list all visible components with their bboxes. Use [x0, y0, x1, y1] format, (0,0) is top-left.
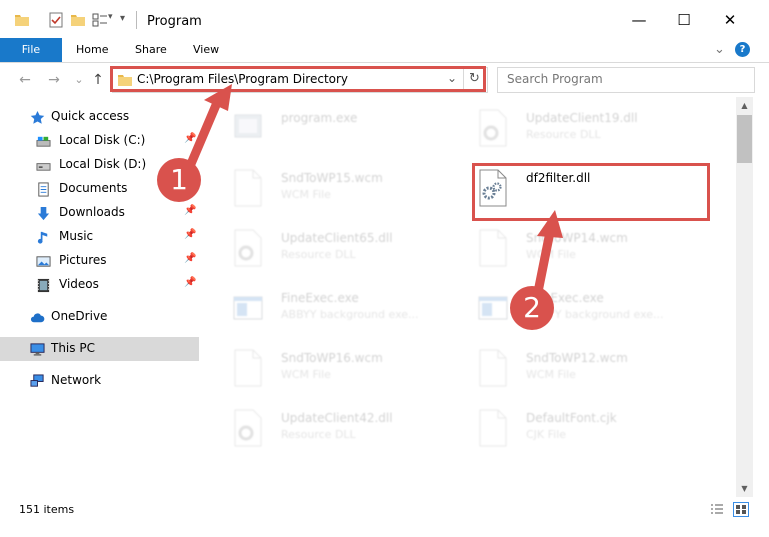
step-1-badge: 1	[157, 158, 201, 202]
annotation-arrows	[180, 84, 563, 307]
step-2-badge: 2	[510, 286, 554, 330]
explorer-window: ▾ ▾ Program — ☐ ✕ File Home Share View ⌄…	[0, 0, 769, 537]
